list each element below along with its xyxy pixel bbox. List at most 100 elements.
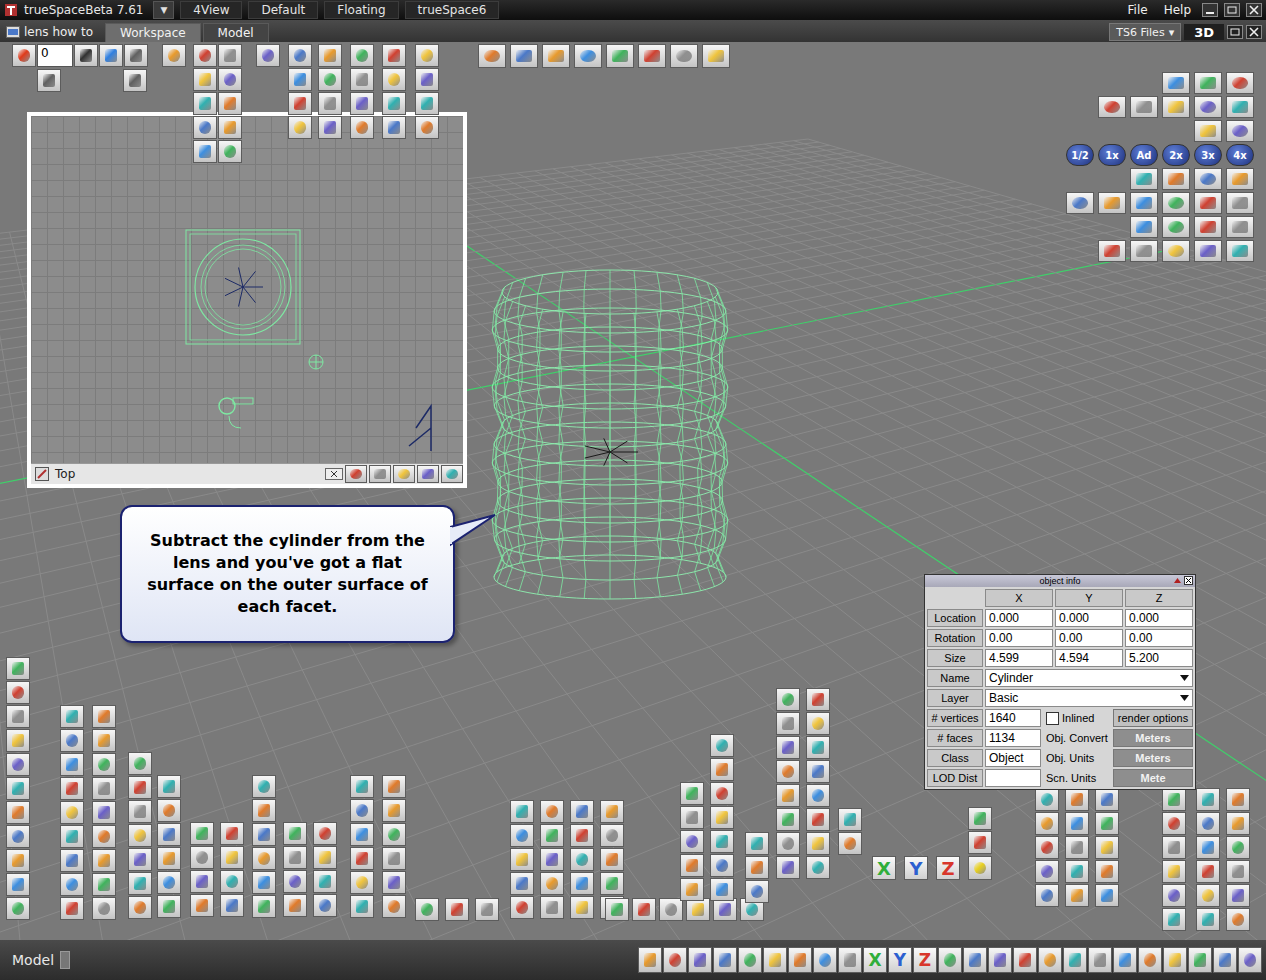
tool-button[interactable] xyxy=(1194,240,1222,262)
tool-button[interactable] xyxy=(193,44,217,67)
tool-button[interactable] xyxy=(218,92,242,115)
tool-button[interactable] xyxy=(1162,192,1190,214)
tool-button[interactable] xyxy=(190,846,214,869)
tool-button[interactable] xyxy=(788,947,812,973)
tool-button[interactable] xyxy=(540,848,564,871)
tool-button[interactable] xyxy=(806,688,830,711)
tool-button[interactable] xyxy=(415,116,439,139)
tool-button[interactable] xyxy=(350,823,374,846)
tool-button[interactable] xyxy=(1226,192,1254,214)
restore-icon[interactable] xyxy=(1224,3,1240,17)
tool-button[interactable] xyxy=(1196,908,1220,931)
render-scale-button[interactable]: 1/2 xyxy=(1066,144,1094,166)
tool-button[interactable] xyxy=(415,44,439,67)
tool-button[interactable] xyxy=(415,68,439,91)
tool-button[interactable] xyxy=(382,775,406,798)
layout-button[interactable]: Default xyxy=(248,1,318,19)
tool-button[interactable] xyxy=(1130,240,1158,262)
tool-button[interactable] xyxy=(686,898,710,921)
tool-button[interactable] xyxy=(252,847,276,870)
tool-button[interactable] xyxy=(1213,947,1237,973)
workspace-tab[interactable]: Model xyxy=(203,23,269,42)
render-scale-button[interactable]: 4x xyxy=(1226,144,1254,166)
tool-button[interactable] xyxy=(510,824,534,847)
tool-button[interactable] xyxy=(1130,216,1158,238)
value-field[interactable]: 4.594 xyxy=(1055,649,1123,667)
tool-button[interactable] xyxy=(193,116,217,139)
render-scale-button[interactable]: 3x xyxy=(1194,144,1222,166)
tool-button[interactable] xyxy=(288,92,312,115)
tool-button[interactable] xyxy=(806,784,830,807)
tool-button[interactable] xyxy=(382,847,406,870)
tool-button[interactable] xyxy=(540,800,564,823)
tool-button[interactable] xyxy=(193,92,217,115)
tool-button[interactable] xyxy=(6,753,30,776)
tool-button[interactable] xyxy=(968,831,992,854)
tool-button[interactable] xyxy=(1035,812,1059,835)
tool-button[interactable] xyxy=(415,898,439,921)
tool-button[interactable] xyxy=(6,777,30,800)
unit-button[interactable]: Mete xyxy=(1113,769,1193,787)
tool-button[interactable] xyxy=(1188,947,1212,973)
close-icon[interactable] xyxy=(1246,25,1262,39)
tool-button[interactable] xyxy=(710,758,734,781)
tool-button[interactable] xyxy=(632,898,656,921)
top-view-canvas[interactable] xyxy=(31,116,463,463)
layout-button[interactable]: trueSpace6 xyxy=(405,1,500,19)
tool-button[interactable] xyxy=(838,947,862,973)
tool-button[interactable] xyxy=(1194,120,1222,142)
tool-button[interactable] xyxy=(688,947,712,973)
tool-button[interactable] xyxy=(1162,96,1190,118)
tool-button[interactable] xyxy=(1065,788,1089,811)
tool-button[interactable] xyxy=(1162,216,1190,238)
tool-button[interactable] xyxy=(813,947,837,973)
tool-button[interactable] xyxy=(350,871,374,894)
axis-button[interactable]: Y xyxy=(888,947,912,973)
tool-button[interactable] xyxy=(670,44,698,68)
layout-button[interactable]: 4View xyxy=(180,1,242,19)
tool-button[interactable] xyxy=(510,800,534,823)
tool-button[interactable] xyxy=(415,92,439,115)
dropdown-field[interactable]: Basic xyxy=(985,689,1193,707)
tool-button[interactable] xyxy=(220,870,244,893)
view-tool-button[interactable] xyxy=(417,465,439,483)
tool-button[interactable] xyxy=(680,878,704,901)
tool-button[interactable] xyxy=(738,947,762,973)
tool-button[interactable] xyxy=(220,846,244,869)
tool-button[interactable] xyxy=(6,897,30,920)
tool-button[interactable] xyxy=(6,825,30,848)
tool-button[interactable] xyxy=(702,44,730,68)
tool-button[interactable] xyxy=(60,825,84,848)
perspective-viewport[interactable]: Top01/21xAd2x3x4xXYZSubtract the cylinde… xyxy=(0,42,1266,940)
tool-button[interactable] xyxy=(710,782,734,805)
tool-button[interactable] xyxy=(1226,240,1254,262)
value-field[interactable] xyxy=(985,769,1041,787)
tool-button[interactable] xyxy=(1162,812,1186,835)
tool-button[interactable] xyxy=(92,849,116,872)
axis-all-button[interactable] xyxy=(968,856,992,880)
tool-button[interactable] xyxy=(1226,216,1254,238)
tool-button[interactable] xyxy=(745,832,769,855)
tool-button[interactable] xyxy=(220,894,244,917)
tool-button[interactable] xyxy=(218,44,242,67)
view-tool-button[interactable] xyxy=(393,465,415,483)
tool-button[interactable] xyxy=(60,729,84,752)
tool-button[interactable] xyxy=(128,872,152,895)
tool-button[interactable] xyxy=(218,140,242,163)
tool-button[interactable] xyxy=(1196,860,1220,883)
tool-button[interactable] xyxy=(220,822,244,845)
tool-button[interactable] xyxy=(128,776,152,799)
tool-button[interactable] xyxy=(1226,884,1250,907)
value-field[interactable]: 4.599 xyxy=(985,649,1053,667)
tool-button[interactable] xyxy=(313,870,337,893)
tool-button[interactable] xyxy=(92,705,116,728)
playback-button[interactable] xyxy=(37,69,61,92)
tool-button[interactable] xyxy=(710,830,734,853)
playback-button[interactable] xyxy=(74,44,98,67)
tool-button[interactable] xyxy=(193,140,217,163)
tool-button[interactable] xyxy=(1162,860,1186,883)
tool-button[interactable] xyxy=(157,799,181,822)
tool-button[interactable] xyxy=(600,824,624,847)
tool-button[interactable] xyxy=(318,68,342,91)
tool-button[interactable] xyxy=(1088,947,1112,973)
